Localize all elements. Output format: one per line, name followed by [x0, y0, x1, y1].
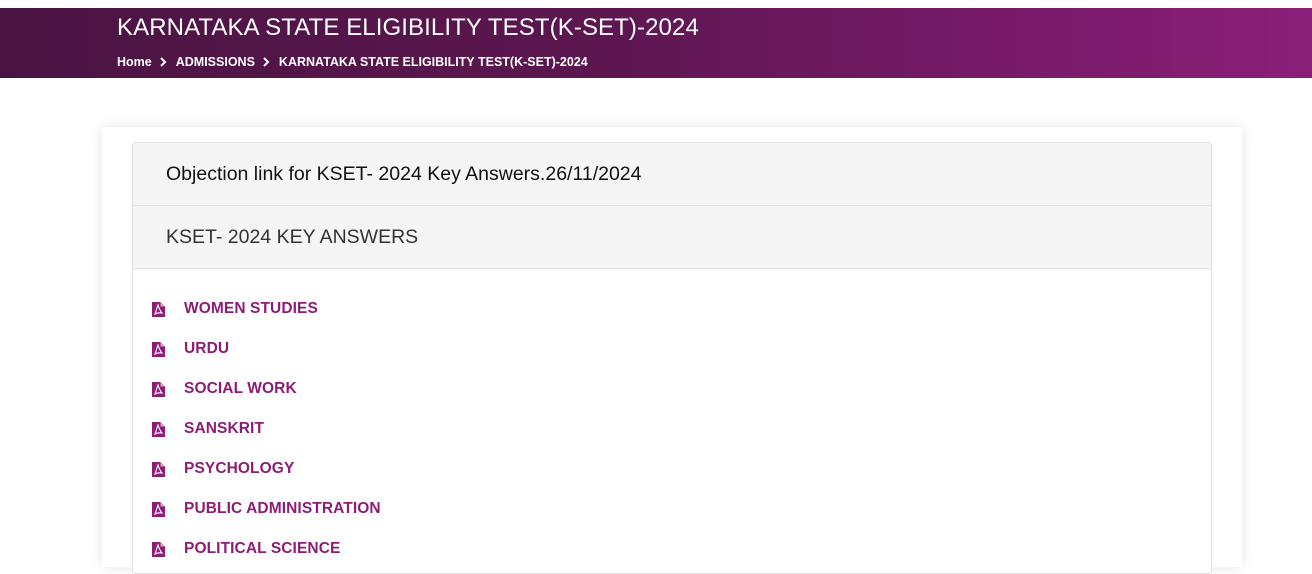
- section-heading: KSET- 2024 KEY ANSWERS: [166, 225, 419, 248]
- top-strip: [0, 0, 1312, 8]
- notice-row: Objection link for KSET- 2024 Key Answer…: [133, 143, 1211, 206]
- breadcrumb-admissions-link[interactable]: ADMISSIONS: [176, 55, 255, 69]
- key-answers-panel: Objection link for KSET- 2024 Key Answer…: [132, 142, 1212, 574]
- file-link-political-science[interactable]: POLITICAL SCIENCE: [184, 540, 340, 558]
- pdf-icon: [152, 541, 165, 557]
- breadcrumb: Home ADMISSIONS KARNATAKA STATE ELIGIBIL…: [117, 55, 588, 69]
- list-item: SANSKRIT: [133, 409, 1211, 449]
- pdf-icon: [152, 461, 165, 477]
- file-link-psychology[interactable]: PSYCHOLOGY: [184, 460, 294, 478]
- chevron-right-icon: [263, 57, 270, 67]
- page-title: KARNATAKA STATE ELIGIBILITY TEST(K-SET)-…: [117, 14, 699, 41]
- list-item: PSYCHOLOGY: [133, 449, 1211, 489]
- file-link-sanskrit[interactable]: SANSKRIT: [184, 420, 264, 438]
- file-link-social-work[interactable]: SOCIAL WORK: [184, 380, 297, 398]
- pdf-icon: [152, 501, 165, 517]
- pdf-icon: [152, 301, 165, 317]
- list-item: PUBLIC ADMINISTRATION: [133, 489, 1211, 529]
- pdf-icon: [152, 381, 165, 397]
- file-link-public-administration[interactable]: PUBLIC ADMINISTRATION: [184, 500, 381, 518]
- section-heading-row: KSET- 2024 KEY ANSWERS: [133, 206, 1211, 269]
- file-link-women-studies[interactable]: WOMEN STUDIES: [184, 300, 318, 318]
- chevron-right-icon: [160, 57, 167, 67]
- file-link-urdu[interactable]: URDU: [184, 340, 229, 358]
- breadcrumb-home-link[interactable]: Home: [117, 55, 152, 69]
- pdf-icon: [152, 341, 165, 357]
- list-item: POLITICAL SCIENCE: [133, 529, 1211, 569]
- content-card: Objection link for KSET- 2024 Key Answer…: [102, 127, 1242, 574]
- list-item: WOMEN STUDIES: [133, 289, 1211, 329]
- key-answer-file-list: WOMEN STUDIES URDU SOCIAL WORK SANSKRIT: [133, 269, 1211, 569]
- page-header-banner: KARNATAKA STATE ELIGIBILITY TEST(K-SET)-…: [0, 8, 1312, 78]
- pdf-icon: [152, 421, 165, 437]
- list-item: URDU: [133, 329, 1211, 369]
- list-item: SOCIAL WORK: [133, 369, 1211, 409]
- breadcrumb-current: KARNATAKA STATE ELIGIBILITY TEST(K-SET)-…: [278, 55, 588, 69]
- objection-link[interactable]: Objection link for KSET- 2024 Key Answer…: [166, 163, 642, 186]
